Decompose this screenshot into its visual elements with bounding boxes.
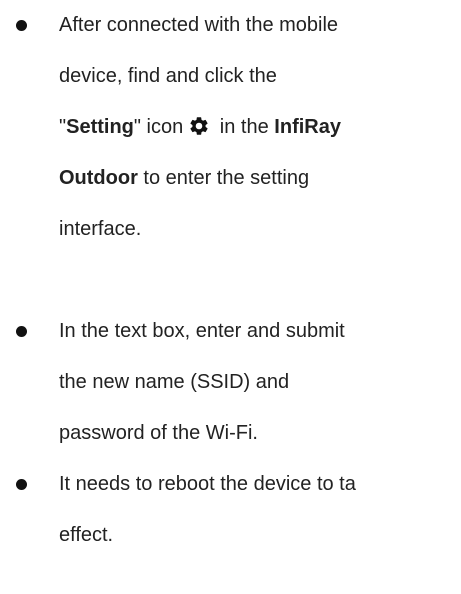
step-1-line-2: device, find and click the <box>59 65 277 87</box>
bullet-icon <box>16 20 27 31</box>
gear-icon <box>188 115 210 137</box>
list-item-step-1: After connected with the mobile device, … <box>0 0 341 255</box>
step-1-line-1: After connected with the mobile <box>59 14 339 36</box>
step-3-line-1: It needs to reboot the device to ta <box>59 473 356 495</box>
step-3-line-2: effect. <box>59 524 114 546</box>
step-1-line-4: Outdoor to enter the setting <box>59 167 310 189</box>
bullet-icon <box>16 326 27 337</box>
step-2-line-2: the new name (SSID) and <box>59 371 290 393</box>
list-item-step-3: It needs to reboot the device to ta effe… <box>0 459 461 561</box>
setting-label: Setting <box>66 116 134 138</box>
list-item-step-2: In the text box, enter and submit the ne… <box>0 306 345 459</box>
bullet-icon <box>16 479 27 490</box>
instruction-document: After connected with the mobile device, … <box>0 0 461 594</box>
step-2-line-3: password of the Wi-Fi. <box>59 422 258 444</box>
app-name-infiray: InfiRay <box>274 116 341 138</box>
step-1-line-3: "Setting" icon in the InfiRay <box>59 115 341 138</box>
step-2-line-1: In the text box, enter and submit <box>59 320 345 342</box>
app-name-outdoor: Outdoor <box>59 167 138 189</box>
step-1-line-5: interface. <box>59 218 142 240</box>
